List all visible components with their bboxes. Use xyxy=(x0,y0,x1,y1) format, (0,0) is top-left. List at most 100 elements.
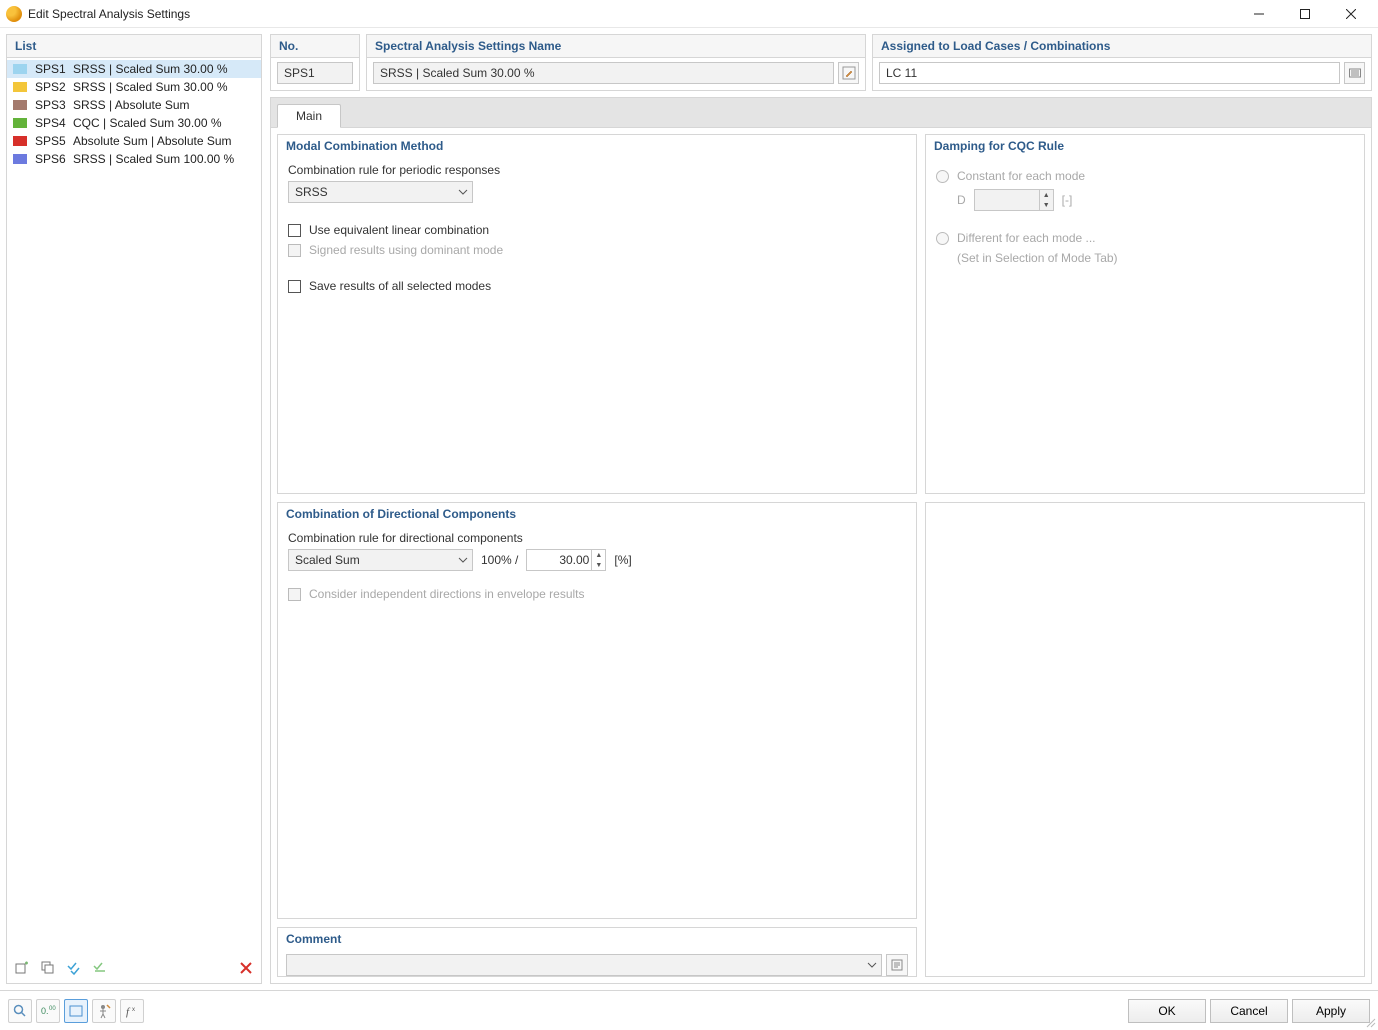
maximize-button[interactable] xyxy=(1282,0,1328,28)
top-row: No. Spectral Analysis Settings Name Assi… xyxy=(270,34,1372,91)
help-button[interactable] xyxy=(8,999,32,1023)
note-icon xyxy=(890,958,904,972)
tab-body: Modal Combination Method Combination rul… xyxy=(271,128,1371,983)
percent-label: 100% / xyxy=(481,553,518,567)
checkbox-box xyxy=(288,224,301,237)
tabbar: Main xyxy=(271,98,1371,128)
tab-main[interactable]: Main xyxy=(277,104,341,128)
name-field[interactable] xyxy=(373,62,834,84)
new-item-button[interactable] xyxy=(11,957,33,979)
modal-combo-select[interactable]: SRSS xyxy=(288,181,473,203)
close-button[interactable] xyxy=(1328,0,1374,28)
close-icon xyxy=(1346,9,1356,19)
chk-independent: Consider independent directions in envel… xyxy=(288,587,906,601)
svg-text:00: 00 xyxy=(49,1006,56,1012)
list-item[interactable]: SPS1SRSS | Scaled Sum 30.00 % xyxy=(7,60,261,78)
chk-equivalent-label: Use equivalent linear combination xyxy=(309,223,489,237)
view1-button[interactable] xyxy=(64,999,88,1023)
assigned-field[interactable] xyxy=(879,62,1340,84)
radio-different-sub: (Set in Selection of Mode Tab) xyxy=(957,251,1354,265)
chevron-down-icon xyxy=(458,555,468,565)
chk-save[interactable]: Save results of all selected modes xyxy=(288,279,906,293)
list-item-label: SRSS | Scaled Sum 30.00 % xyxy=(73,79,228,95)
percent-value: 30.00 xyxy=(533,553,589,567)
no-field[interactable] xyxy=(277,62,353,84)
percent-unit: [%] xyxy=(614,553,631,567)
checkbox-box xyxy=(288,244,301,257)
browse-icon xyxy=(1348,66,1362,80)
list-panel: List SPS1SRSS | Scaled Sum 30.00 %SPS2SR… xyxy=(6,34,262,984)
list-item[interactable]: SPS2SRSS | Scaled Sum 30.00 % xyxy=(7,78,261,96)
d-row: D ▲▼ [-] xyxy=(957,189,1354,211)
color-swatch xyxy=(13,82,27,92)
ok-button[interactable]: OK xyxy=(1128,999,1206,1023)
percent-spinner[interactable]: 30.00 ▲▼ xyxy=(526,549,606,571)
svg-text:x: x xyxy=(132,1007,135,1013)
copy-item-button[interactable] xyxy=(37,957,59,979)
chevron-down-icon xyxy=(867,960,877,970)
cancel-button[interactable]: Cancel xyxy=(1210,999,1288,1023)
apply-button[interactable]: Apply xyxy=(1292,999,1370,1023)
color-swatch xyxy=(13,136,27,146)
minimize-button[interactable] xyxy=(1236,0,1282,28)
pencil-icon xyxy=(842,66,856,80)
titlebar: Edit Spectral Analysis Settings xyxy=(0,0,1378,28)
uncheck-icon xyxy=(92,960,108,976)
list-item-code: SPS3 xyxy=(35,97,65,113)
window-title: Edit Spectral Analysis Settings xyxy=(28,7,190,21)
resize-grip[interactable] xyxy=(1364,1016,1376,1028)
rename-button[interactable] xyxy=(838,62,859,84)
name-panel: Spectral Analysis Settings Name xyxy=(366,34,866,91)
list-item-code: SPS6 xyxy=(35,151,65,167)
list-item-code: SPS4 xyxy=(35,115,65,131)
spinner-buttons[interactable]: ▲▼ xyxy=(591,550,605,570)
assigned-panel: Assigned to Load Cases / Combinations xyxy=(872,34,1372,91)
direction-combo-select[interactable]: Scaled Sum xyxy=(288,549,473,571)
list-item-code: SPS5 xyxy=(35,133,65,149)
name-header: Spectral Analysis Settings Name xyxy=(367,35,865,58)
list-item[interactable]: SPS6 SRSS | Scaled Sum 100.00 % xyxy=(7,150,261,168)
modal-group: Modal Combination Method Combination rul… xyxy=(277,134,917,494)
list-item-label: SRSS | Absolute Sum xyxy=(73,97,190,113)
comment-edit-button[interactable] xyxy=(886,954,908,976)
modal-combo-label: Combination rule for periodic responses xyxy=(288,163,906,177)
units-button[interactable]: 0.00 xyxy=(36,999,60,1023)
right-panel: No. Spectral Analysis Settings Name Assi… xyxy=(270,34,1372,984)
d-value-spinner: ▲▼ xyxy=(974,189,1054,211)
comment-select[interactable] xyxy=(286,954,882,976)
app-icon xyxy=(6,6,22,22)
delete-icon xyxy=(238,960,254,976)
assigned-header: Assigned to Load Cases / Combinations xyxy=(873,35,1371,58)
chk-signed: Signed results using dominant mode xyxy=(288,243,906,257)
radio-constant: Constant for each mode xyxy=(936,169,1354,183)
comment-header: Comment xyxy=(278,928,916,950)
list-item[interactable]: SPS4 CQC | Scaled Sum 30.00 % xyxy=(7,114,261,132)
content: List SPS1SRSS | Scaled Sum 30.00 %SPS2SR… xyxy=(0,28,1378,990)
function-button[interactable]: fx xyxy=(120,999,144,1023)
list-item[interactable]: SPS3 SRSS | Absolute Sum xyxy=(7,96,261,114)
chk-equivalent[interactable]: Use equivalent linear combination xyxy=(288,223,906,237)
list-body: SPS1SRSS | Scaled Sum 30.00 %SPS2SRSS | … xyxy=(7,58,261,953)
view2-button[interactable] xyxy=(92,999,116,1023)
check-icon xyxy=(66,960,82,976)
maximize-icon xyxy=(1300,9,1310,19)
no-header: No. xyxy=(271,35,359,58)
direction-group: Combination of Directional Components Co… xyxy=(277,502,917,919)
units-icon: 0.00 xyxy=(40,1003,56,1019)
chk-save-label: Save results of all selected modes xyxy=(309,279,491,293)
delete-item-button[interactable] xyxy=(235,957,257,979)
assigned-browse-button[interactable] xyxy=(1344,62,1365,84)
list-item-label: SRSS | Scaled Sum 100.00 % xyxy=(73,151,234,167)
svg-text:0.: 0. xyxy=(41,1006,49,1016)
chk-signed-label: Signed results using dominant mode xyxy=(309,243,503,257)
rect-icon xyxy=(68,1003,84,1019)
checkbox-box xyxy=(288,588,301,601)
list-item-label: CQC | Scaled Sum 30.00 % xyxy=(73,115,222,131)
list-item[interactable]: SPS5Absolute Sum | Absolute Sum xyxy=(7,132,261,150)
color-swatch xyxy=(13,154,27,164)
tabs-container: Main Modal Combination Method Combinatio… xyxy=(270,97,1372,984)
spinner-buttons: ▲▼ xyxy=(1039,190,1053,210)
chk-independent-label: Consider independent directions in envel… xyxy=(309,587,585,601)
uncheck-all-button[interactable] xyxy=(89,957,111,979)
check-all-button[interactable] xyxy=(63,957,85,979)
